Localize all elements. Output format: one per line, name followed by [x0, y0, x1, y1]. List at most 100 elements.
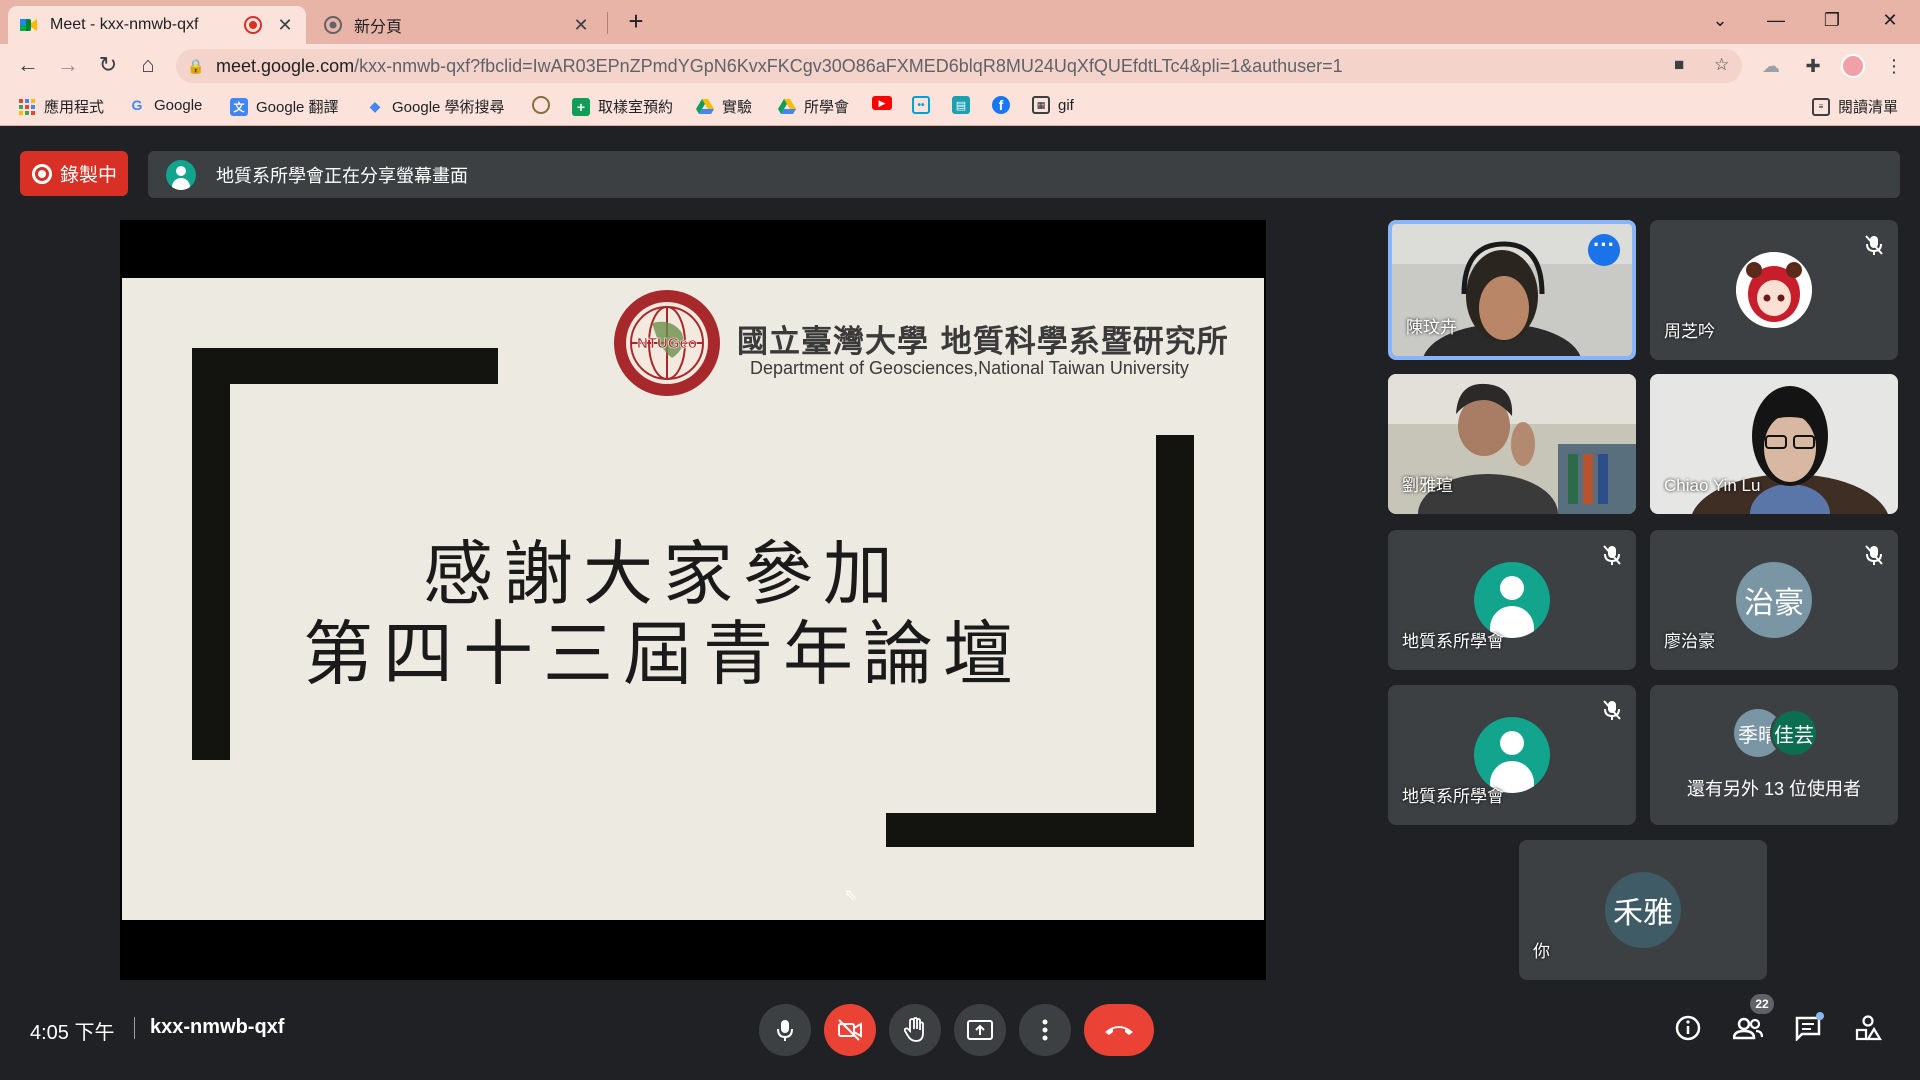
- tab-meet[interactable]: Meet - kxx-nmwb-qxf ✕: [8, 6, 306, 44]
- participant-tile[interactable]: 地質系所學會: [1388, 530, 1636, 670]
- apps-grid-icon: [18, 98, 36, 116]
- meeting-code: kxx-nmwb-qxf: [150, 1016, 285, 1038]
- present-screen-button[interactable]: [954, 1004, 1006, 1056]
- bookmark-gif[interactable]: ▦ gif: [1032, 96, 1074, 114]
- camera-off-button[interactable]: [824, 1004, 876, 1056]
- people-icon: [1733, 1017, 1763, 1040]
- info-icon: [1675, 1015, 1701, 1041]
- hang-up-icon: [1105, 1026, 1133, 1035]
- extensions-puzzle-icon[interactable]: ✚: [1803, 56, 1823, 76]
- new-tab-button[interactable]: +: [622, 8, 650, 36]
- participant-tile[interactable]: Chiao Yin Lu: [1650, 374, 1898, 514]
- bookmark-star-icon[interactable]: ☆: [1714, 55, 1729, 75]
- participant-name: Chiao Yin Lu: [1664, 476, 1761, 495]
- meeting-time: 4:05 下午: [30, 1022, 115, 1044]
- bookmark-bilibili[interactable]: ••: [912, 96, 938, 114]
- meeting-details-button[interactable]: [1672, 1012, 1704, 1044]
- participant-tile[interactable]: 周芝吟: [1650, 220, 1898, 360]
- activities-button[interactable]: [1852, 1012, 1884, 1044]
- bookmark-youtube[interactable]: ▶: [872, 96, 900, 110]
- reload-button[interactable]: ↻: [94, 51, 122, 79]
- department-name-zh: 國立臺灣大學 地質科學系暨研究所: [737, 324, 1229, 360]
- people-button[interactable]: [1732, 1012, 1764, 1044]
- facebook-icon: f: [992, 96, 1010, 114]
- close-tab-icon[interactable]: ✕: [276, 15, 294, 36]
- home-button[interactable]: ⌂: [134, 51, 162, 79]
- people-count-badge: 22: [1750, 994, 1774, 1014]
- bookmark-sampling-room[interactable]: + 取樣室預約: [572, 96, 673, 117]
- bookmark-app[interactable]: ▤: [952, 96, 978, 114]
- bookmark-experiment[interactable]: 實驗: [696, 96, 752, 117]
- url-host: meet.google.com: [216, 55, 355, 76]
- participant-avatar: 治豪: [1736, 562, 1812, 638]
- bookmark-seal[interactable]: [532, 96, 558, 114]
- forward-button[interactable]: →: [54, 51, 82, 79]
- bookmarks-bar: 應用程式 G Google 文 Google 翻譯 ◆ Google 學術搜尋 …: [0, 86, 1920, 126]
- participant-tile[interactable]: 地質系所學會: [1388, 685, 1636, 825]
- bookmark-google-translate[interactable]: 文 Google 翻譯: [230, 96, 339, 117]
- camera-in-use-icon[interactable]: ■: [1674, 55, 1684, 75]
- profile-avatar[interactable]: [1841, 54, 1865, 78]
- camera-off-icon: [838, 1019, 862, 1041]
- google-meet-icon: [20, 16, 38, 34]
- participant-tile[interactable]: ··· 陳玟卉: [1388, 220, 1636, 360]
- self-name: 你: [1533, 942, 1550, 961]
- bookmark-facebook[interactable]: f: [992, 96, 1018, 114]
- reading-list-label: 閱讀清單: [1838, 99, 1899, 116]
- tab-title: Meet - kxx-nmwb-qxf: [50, 16, 199, 33]
- close-tab-icon[interactable]: ✕: [572, 15, 590, 36]
- present-screen-icon: [967, 1020, 993, 1040]
- bookmark-google[interactable]: G Google: [128, 96, 203, 114]
- app-icon: ▤: [952, 96, 970, 114]
- url-path: /kxx-nmwb-qxf?fbclid=IwAR03EPnZPmdYGpN6K…: [354, 55, 1343, 76]
- close-window-button[interactable]: ✕: [1870, 6, 1910, 34]
- recording-badge[interactable]: 錄製中: [20, 151, 128, 196]
- others-tile[interactable]: 季晴 佳芸 還有另外 13 位使用者: [1650, 685, 1898, 825]
- extension-cloud-icon[interactable]: ☁: [1761, 56, 1781, 76]
- leave-call-button[interactable]: [1084, 1004, 1154, 1056]
- department-name-en: Department of Geosciences,National Taiwa…: [750, 358, 1189, 378]
- drive-icon: [778, 98, 796, 116]
- participant-name: 地質系所學會: [1402, 787, 1504, 806]
- bookmark-label: 應用程式: [44, 99, 105, 116]
- participant-name: 陳玟卉: [1406, 318, 1457, 337]
- more-options-button[interactable]: [1019, 1004, 1071, 1056]
- bookmark-apps[interactable]: 應用程式: [18, 96, 104, 117]
- unread-chat-indicator: [1816, 1012, 1824, 1020]
- participant-tile[interactable]: 治豪 廖治豪: [1650, 530, 1898, 670]
- recording-indicator-icon: [246, 18, 260, 32]
- tab-new[interactable]: 新分頁 ✕: [312, 6, 602, 44]
- others-count-label: 還有另外 13 位使用者: [1686, 779, 1862, 799]
- minimize-button[interactable]: —: [1756, 6, 1796, 34]
- youtube-icon: ▶: [872, 96, 892, 110]
- self-avatar: 禾雅: [1605, 872, 1681, 948]
- back-button[interactable]: ←: [14, 51, 42, 79]
- participant-name: 地質系所學會: [1402, 632, 1504, 651]
- tab-title: 新分頁: [354, 19, 403, 36]
- lock-icon[interactable]: 🔒: [176, 58, 216, 75]
- mic-off-icon: [1602, 544, 1622, 566]
- more-options-icon[interactable]: ···: [1588, 234, 1620, 266]
- raise-hand-button[interactable]: [889, 1004, 941, 1056]
- mic-button[interactable]: [759, 1004, 811, 1056]
- bookmark-google-scholar[interactable]: ◆ Google 學術搜尋: [366, 96, 505, 117]
- bottom-divider: [134, 1017, 135, 1039]
- bookmark-label: Google: [154, 96, 203, 114]
- browser-menu-icon[interactable]: ⋮: [1884, 56, 1904, 76]
- bilibili-icon: ••: [912, 96, 930, 114]
- others-avatars: 季晴 佳芸: [1650, 709, 1898, 757]
- drive-icon: [696, 98, 714, 116]
- ntugeo-logo: NTUGeo: [612, 288, 722, 398]
- bookmark-association[interactable]: 所學會: [778, 96, 849, 117]
- bookmark-label: Google 翻譯: [256, 99, 339, 116]
- tab-search-icon[interactable]: ⌄: [1700, 6, 1740, 34]
- address-bar[interactable]: 🔒 meet.google.com/kxx-nmwb-qxf?fbclid=Iw…: [176, 49, 1742, 83]
- self-tile[interactable]: 禾雅 你: [1519, 840, 1767, 980]
- more-vert-icon: [1042, 1019, 1048, 1041]
- sheets-icon: +: [572, 97, 590, 116]
- participant-tile[interactable]: 劉雅瑄: [1388, 374, 1636, 514]
- restore-button[interactable]: ❐: [1812, 6, 1852, 34]
- presenter-avatar: [166, 159, 196, 190]
- presentation-view[interactable]: NTUGeo 國立臺灣大學 地質科學系暨研究所 Department of Ge…: [120, 220, 1266, 980]
- reading-list-button[interactable]: ≡ 閱讀清單: [1812, 96, 1898, 117]
